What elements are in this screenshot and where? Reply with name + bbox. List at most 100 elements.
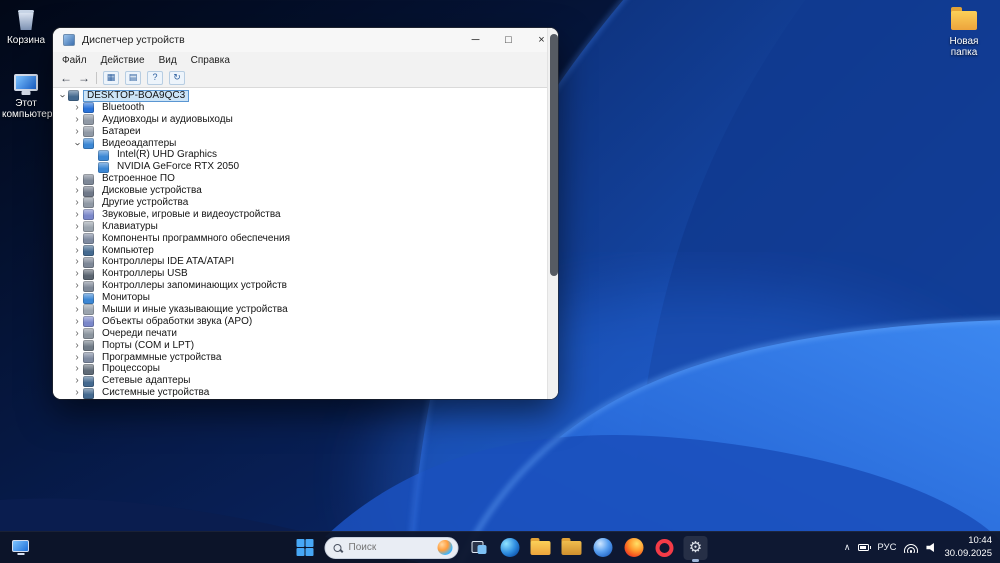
scrollbar-thumb[interactable] bbox=[550, 34, 558, 276]
expand-arrow-icon[interactable]: › bbox=[72, 210, 82, 220]
tree-item[interactable]: ›Звуковые, игровые и видеоустройства bbox=[53, 209, 558, 221]
expand-arrow-icon[interactable]: › bbox=[72, 234, 82, 244]
tree-item[interactable]: ›Процессоры bbox=[53, 363, 558, 375]
file-explorer-taskbar-button[interactable] bbox=[529, 536, 553, 560]
expand-arrow-icon[interactable]: › bbox=[72, 293, 82, 303]
tree-item[interactable]: ›Bluetooth bbox=[53, 102, 558, 114]
desktop-icon-new-folder[interactable]: Новая папка bbox=[937, 6, 991, 58]
expand-arrow-icon[interactable]: › bbox=[72, 364, 82, 374]
tree-item[interactable]: ›Клавиатуры bbox=[53, 221, 558, 233]
expand-arrow-icon[interactable]: › bbox=[72, 353, 82, 363]
expand-arrow-icon[interactable]: › bbox=[72, 257, 82, 267]
expand-arrow-icon[interactable]: › bbox=[72, 329, 82, 339]
taskbar-search[interactable] bbox=[325, 537, 459, 559]
wifi-icon[interactable] bbox=[904, 542, 918, 553]
tree-item[interactable]: ›Мыши и иные указывающие устройства bbox=[53, 304, 558, 316]
back-icon[interactable]: ← bbox=[60, 72, 72, 84]
tree-item-label: Контроллеры USB bbox=[98, 268, 192, 280]
ide-controller-icon bbox=[83, 257, 94, 268]
print-queue-icon bbox=[83, 328, 94, 339]
tree-item[interactable]: ›Очереди печати bbox=[53, 328, 558, 340]
keyboard-icon bbox=[83, 221, 94, 232]
opera-taskbar-button[interactable] bbox=[653, 536, 677, 560]
opera-icon bbox=[656, 539, 674, 557]
tree-item-label: Сетевые адаптеры bbox=[98, 375, 194, 387]
tree-item[interactable]: ›Батареи bbox=[53, 126, 558, 138]
search-icon bbox=[334, 544, 342, 552]
vertical-scrollbar[interactable] bbox=[547, 28, 558, 399]
volume-icon[interactable] bbox=[926, 543, 936, 553]
language-indicator[interactable]: РУС bbox=[877, 542, 896, 553]
expand-arrow-icon[interactable]: › bbox=[72, 388, 82, 398]
tree-item[interactable]: ›Другие устройства bbox=[53, 197, 558, 209]
console-tree-icon[interactable]: ▦ bbox=[103, 71, 119, 85]
tree-item[interactable]: ›Программные устройства bbox=[53, 352, 558, 364]
start-button[interactable] bbox=[293, 536, 317, 560]
collapse-arrow-icon[interactable]: › bbox=[57, 91, 67, 101]
menu-file[interactable]: Файл bbox=[55, 55, 94, 66]
tree-item[interactable]: ›Контроллеры IDE ATA/ATAPI bbox=[53, 256, 558, 268]
tree-item[interactable]: ›Порты (COM и LPT) bbox=[53, 340, 558, 352]
tree-item[interactable]: › Сетевые адаптеры bbox=[53, 375, 558, 387]
properties-icon[interactable]: ▤ bbox=[125, 71, 141, 85]
expand-arrow-icon[interactable]: › bbox=[72, 281, 82, 291]
expand-arrow-icon[interactable]: › bbox=[72, 317, 82, 327]
tree-item[interactable]: ›Дисковые устройства bbox=[53, 185, 558, 197]
tree-item[interactable]: ›Видеоадаптеры bbox=[53, 138, 558, 150]
scan-hardware-icon[interactable]: ↻ bbox=[169, 71, 185, 85]
tree-item[interactable]: ›DESKTOP-BOA9QC3 bbox=[53, 90, 558, 102]
menu-bar: ФайлДействиеВидСправка bbox=[53, 52, 558, 68]
tree-item[interactable]: › Контроллеры USB bbox=[53, 268, 558, 280]
expand-arrow-icon[interactable]: › bbox=[72, 246, 82, 256]
tree-item[interactable]: ›Системные устройства bbox=[53, 387, 558, 399]
battery-icon[interactable] bbox=[858, 544, 869, 551]
search-input[interactable] bbox=[347, 541, 433, 554]
expand-arrow-icon[interactable]: › bbox=[72, 198, 82, 208]
settings-taskbar-button[interactable]: ⚙ bbox=[684, 536, 708, 560]
collapse-arrow-icon[interactable]: › bbox=[72, 139, 82, 149]
desktop-icon-recycle-bin[interactable]: Корзина bbox=[2, 5, 50, 46]
folder-icon bbox=[562, 541, 582, 555]
expand-arrow-icon[interactable]: › bbox=[72, 174, 82, 184]
expand-arrow-icon[interactable]: › bbox=[72, 186, 82, 196]
desktop-icon-this-pc[interactable]: Этот компьютер bbox=[2, 68, 50, 120]
menu-view[interactable]: Вид bbox=[152, 55, 184, 66]
expand-arrow-icon[interactable]: › bbox=[72, 115, 82, 125]
tree-item[interactable]: ›Контроллеры запоминающих устройств bbox=[53, 280, 558, 292]
system-tray: ∧ РУС 10:44 30.09.2025 bbox=[844, 532, 992, 563]
tree-item[interactable]: ›Компьютер bbox=[53, 245, 558, 257]
desktop-monitor-icon[interactable] bbox=[12, 540, 29, 552]
hidden-icons-chevron[interactable]: ∧ bbox=[844, 542, 851, 553]
tree-item[interactable]: ›Встроенное ПО bbox=[53, 173, 558, 185]
cpu-icon bbox=[83, 364, 94, 375]
firefox-taskbar-button[interactable] bbox=[622, 536, 646, 560]
tree-item[interactable]: NVIDIA GeForce RTX 2050 bbox=[53, 161, 558, 173]
new-folder-icon bbox=[937, 6, 991, 34]
minimize-button[interactable]: ─ bbox=[459, 28, 492, 52]
expand-arrow-icon[interactable]: › bbox=[72, 305, 82, 315]
tree-item[interactable]: ›Мониторы bbox=[53, 292, 558, 304]
menu-action[interactable]: Действие bbox=[94, 55, 152, 66]
help-icon[interactable]: ? bbox=[147, 71, 163, 85]
forward-icon[interactable]: → bbox=[78, 72, 90, 84]
tree-item[interactable]: ›Объекты обработки звука (APO) bbox=[53, 316, 558, 328]
maximize-button[interactable]: □ bbox=[492, 28, 525, 52]
other-devices-icon bbox=[83, 197, 94, 208]
edge-taskbar-button[interactable] bbox=[498, 536, 522, 560]
tree-item-label: Компоненты программного обеспечения bbox=[98, 233, 294, 245]
menu-help[interactable]: Справка bbox=[184, 55, 237, 66]
expand-arrow-icon[interactable]: › bbox=[72, 376, 82, 386]
expand-arrow-icon[interactable]: › bbox=[72, 341, 82, 351]
tree-item[interactable]: › Компоненты программного обеспечения bbox=[53, 233, 558, 245]
folder-taskbar-button[interactable] bbox=[560, 536, 584, 560]
tree-item[interactable]: Intel(R) UHD Graphics bbox=[53, 149, 558, 161]
task-view-taskbar-button[interactable] bbox=[467, 536, 491, 560]
expand-arrow-icon[interactable]: › bbox=[72, 269, 82, 279]
chrome-taskbar-button[interactable] bbox=[591, 536, 615, 560]
expand-arrow-icon[interactable]: › bbox=[72, 127, 82, 137]
title-bar[interactable]: Диспетчер устройств ─ □ × bbox=[53, 28, 558, 52]
tree-item[interactable]: ›Аудиовходы и аудиовыходы bbox=[53, 114, 558, 126]
taskbar-clock[interactable]: 10:44 30.09.2025 bbox=[944, 535, 992, 560]
expand-arrow-icon[interactable]: › bbox=[72, 103, 82, 113]
expand-arrow-icon[interactable]: › bbox=[72, 222, 82, 232]
